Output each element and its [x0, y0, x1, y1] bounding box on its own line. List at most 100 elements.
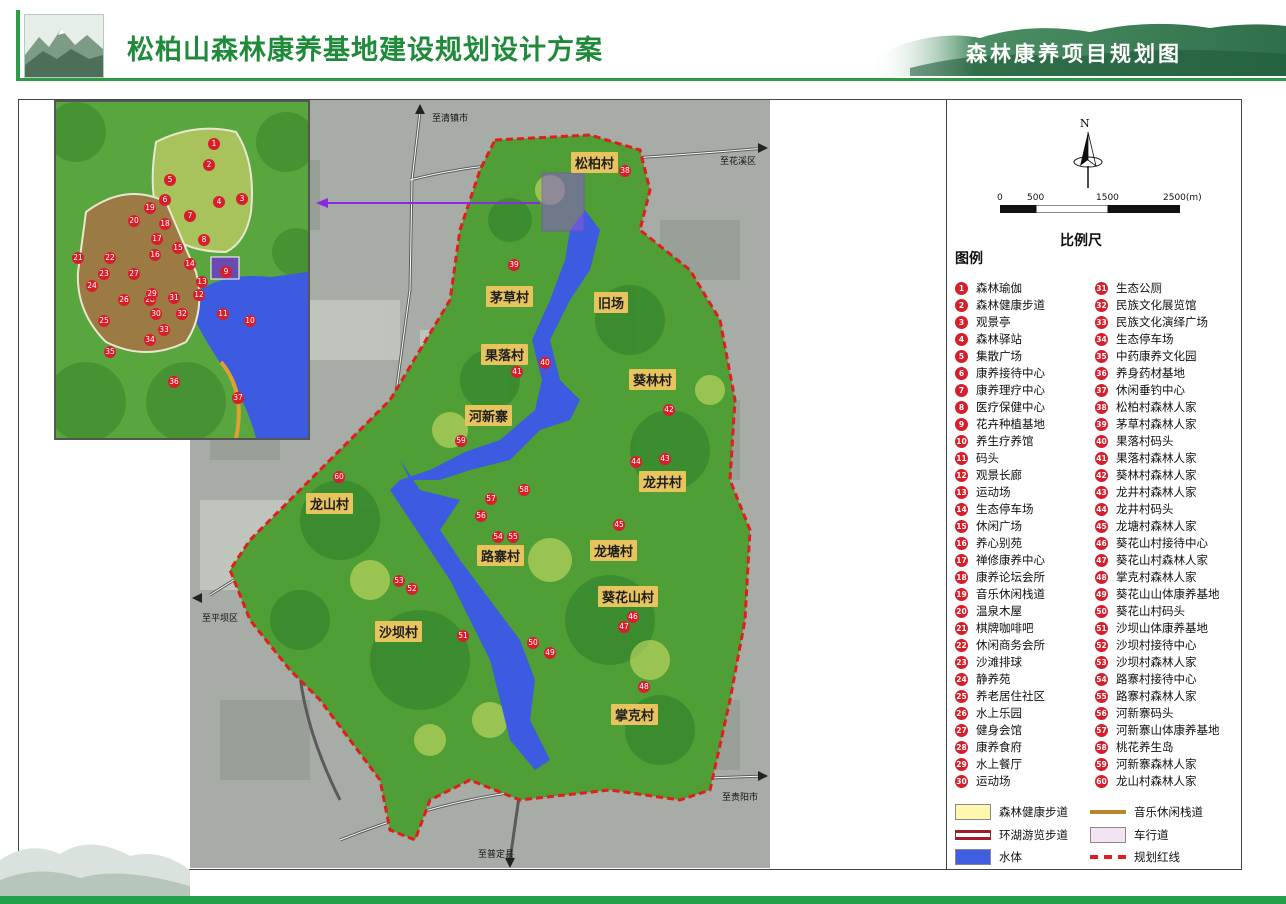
destination-label-west: 至平坝区 [202, 614, 239, 624]
inset-pin[interactable]: 14 [184, 258, 196, 270]
inset-pin[interactable]: 30 [150, 308, 162, 320]
inset-pin[interactable]: 15 [172, 242, 184, 254]
village-label[interactable]: 松柏村 [571, 152, 619, 173]
inset-pin[interactable]: 1 [208, 138, 220, 150]
village-label[interactable]: 果落村 [481, 344, 529, 365]
legend-item: 31 生态公厕 [1095, 281, 1162, 295]
village-label[interactable]: 龙山村 [306, 493, 354, 514]
legend-item: 46 葵花山村接待中心 [1095, 536, 1208, 550]
inset-pin[interactable]: 12 [193, 289, 205, 301]
village-label[interactable]: 龙塘村 [590, 540, 638, 561]
legend-item: 51 沙坝山体康养基地 [1095, 621, 1208, 635]
legend-item: 55 路寨村森林人家 [1095, 689, 1197, 703]
inset-detail-map[interactable]: 1 2 3 4 5 6 7 8 9 10 11 12 13 14 15 16 1… [54, 100, 310, 440]
inset-pin[interactable]: 34 [144, 334, 156, 346]
map-pin[interactable]: 54 [492, 531, 504, 543]
map-pin[interactable]: 49 [544, 647, 556, 659]
map-pin[interactable]: 57 [485, 493, 497, 505]
inset-pin[interactable]: 2 [203, 159, 215, 171]
map-pin[interactable]: 45 [613, 519, 625, 531]
village-label[interactable]: 旧场 [594, 292, 629, 313]
legend-item: 4 森林驿站 [955, 331, 1022, 348]
scale-tick: 2500(m) [1163, 193, 1202, 203]
village-label[interactable]: 河新寨 [465, 405, 513, 426]
inset-pin[interactable]: 36 [168, 376, 180, 388]
map-pin[interactable]: 47 [618, 621, 630, 633]
legend-item: 33 民族文化演绎广场 [1095, 315, 1208, 329]
inset-pin[interactable]: 18 [159, 218, 171, 230]
legend-item: 47 葵花山村森林人家 [1095, 553, 1208, 567]
inset-pin[interactable]: 4 [213, 196, 225, 208]
inset-pin[interactable]: 11 [217, 308, 229, 320]
legend-item: 25 养老居住社区 [955, 689, 1045, 703]
map-pin[interactable]: 42 [663, 404, 675, 416]
map-pin[interactable]: 39 [508, 259, 520, 271]
map-pin[interactable]: 55 [507, 531, 519, 543]
legend-symbol-row: 水体 [955, 848, 1022, 866]
inset-pin[interactable]: 5 [164, 174, 176, 186]
inset-pin[interactable]: 25 [98, 315, 110, 327]
inset-pin[interactable]: 16 [149, 249, 161, 261]
map-pin[interactable]: 48 [638, 681, 650, 693]
legend-item: 3 观景亭 [955, 314, 1011, 331]
inset-pin[interactable]: 32 [176, 308, 188, 320]
inset-pin[interactable]: 31 [168, 292, 180, 304]
village-label[interactable]: 葵林村 [629, 369, 677, 390]
header-divider [16, 78, 1286, 81]
inset-pin[interactable]: 17 [151, 233, 163, 245]
inset-pin[interactable]: 35 [104, 346, 116, 358]
inset-pin[interactable]: 7 [184, 210, 196, 222]
village-label[interactable]: 沙坝村 [375, 621, 423, 642]
village-label[interactable]: 葵花山村 [598, 586, 659, 607]
legend-item: 14 生态停车场 [955, 502, 1034, 516]
map-pin[interactable]: 53 [393, 575, 405, 587]
inset-pin[interactable]: 37 [232, 392, 244, 404]
footer-mountain-decoration [0, 844, 190, 900]
legend-item: 2 森林健康步道 [955, 297, 1045, 314]
village-label[interactable]: 龙井村 [639, 471, 687, 492]
map-pin[interactable]: 44 [630, 456, 642, 468]
map-pin[interactable]: 59 [455, 435, 467, 447]
boardwalk-symbol [1090, 810, 1126, 814]
inset-pin[interactable]: 20 [128, 215, 140, 227]
inset-detail-graphic [56, 102, 308, 438]
inset-pin[interactable]: 26 [118, 294, 130, 306]
inset-pin[interactable]: 27 [128, 268, 140, 280]
inset-pin[interactable]: 21 [72, 252, 84, 264]
legend-item: 54 路寨村接待中心 [1095, 672, 1197, 686]
village-label[interactable]: 茅草村 [486, 286, 534, 307]
inset-pin[interactable]: 29 [146, 288, 158, 300]
inset-pin[interactable]: 9 [220, 266, 232, 278]
map-pin[interactable]: 51 [457, 630, 469, 642]
inset-pin[interactable]: 24 [86, 280, 98, 292]
map-pin[interactable]: 41 [511, 366, 523, 378]
legend-item: 43 龙井村森林人家 [1095, 485, 1197, 499]
village-label[interactable]: 路寨村 [477, 545, 525, 566]
section-title: 森林康养项目规划图 [966, 42, 1182, 66]
map-pin[interactable]: 58 [518, 484, 530, 496]
inset-pin[interactable]: 10 [244, 315, 256, 327]
map-pin[interactable]: 43 [659, 453, 671, 465]
map-pin[interactable]: 38 [619, 165, 631, 177]
scale-bar [1000, 205, 1180, 213]
map-pin[interactable]: 50 [527, 637, 539, 649]
legend-item: 26 水上乐园 [955, 706, 1022, 720]
legend-item: 60 龙山村森林人家 [1095, 774, 1197, 788]
village-label[interactable]: 掌克村 [611, 704, 659, 725]
legend-item: 20 温泉木屋 [955, 604, 1022, 618]
map-pin[interactable]: 52 [406, 583, 418, 595]
inset-pin[interactable]: 19 [144, 202, 156, 214]
inset-pin[interactable]: 13 [196, 276, 208, 288]
inset-pin[interactable]: 33 [158, 324, 170, 336]
map-pin[interactable]: 60 [333, 471, 345, 483]
map-pin[interactable]: 56 [475, 510, 487, 522]
inset-pin[interactable]: 8 [198, 234, 210, 246]
inset-pin[interactable]: 22 [104, 252, 116, 264]
inset-pin[interactable]: 3 [236, 193, 248, 205]
legend-item: 34 生态停车场 [1095, 332, 1174, 346]
inset-pin[interactable]: 23 [98, 268, 110, 280]
legend-item: 32 民族文化展览馆 [1095, 298, 1197, 312]
inset-pin[interactable]: 6 [159, 194, 171, 206]
legend-item: 17 禅修康养中心 [955, 553, 1045, 567]
map-pin[interactable]: 40 [539, 357, 551, 369]
